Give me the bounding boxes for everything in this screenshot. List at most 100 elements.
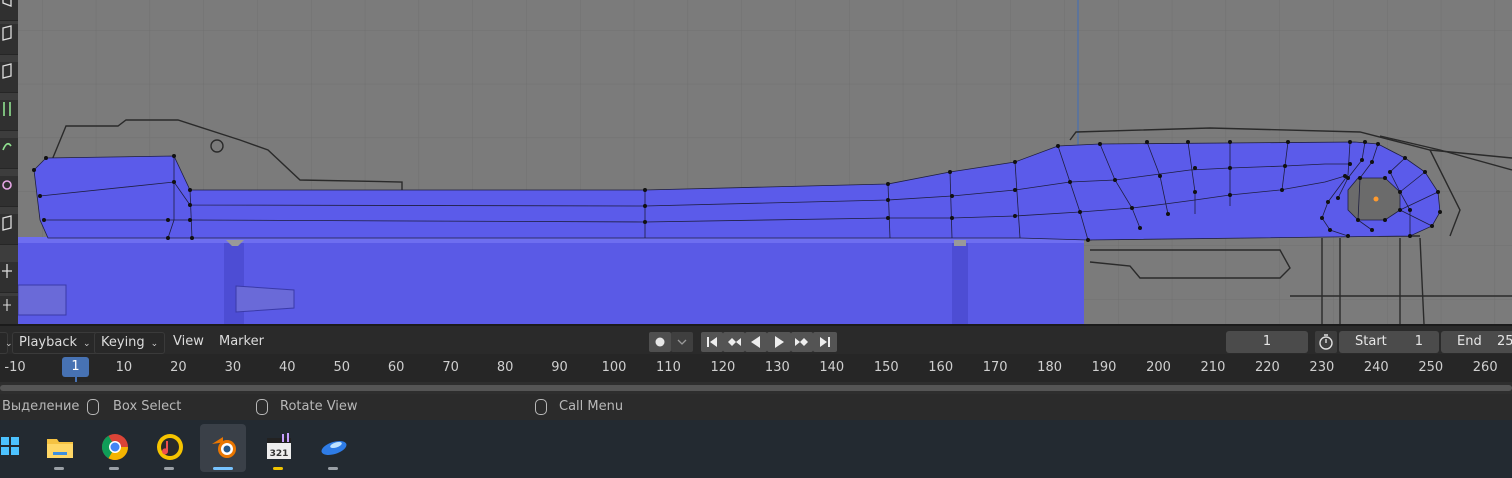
viewport-canvas[interactable] (0, 0, 1512, 324)
ruler-tick: 250 (1418, 360, 1444, 375)
tool-bevel-icon[interactable] (0, 100, 18, 131)
ruler-tick: 100 (601, 360, 627, 375)
jump-end-icon (820, 337, 830, 347)
chrome-icon[interactable] (91, 424, 137, 472)
play-reverse-button[interactable] (745, 332, 767, 352)
ruler-tick: 20 (170, 360, 187, 375)
tool-shelf (0, 0, 18, 324)
ruler-tick: 230 (1309, 360, 1335, 375)
tool-move-icon[interactable] (0, 262, 18, 293)
ruler-tick: 70 (442, 360, 459, 375)
next-keyframe-button[interactable] (791, 332, 813, 352)
prev-keyframe-button[interactable] (723, 332, 745, 352)
windows-start-icon[interactable] (0, 424, 26, 472)
status-rotate-view-label: Rotate View (280, 399, 358, 414)
ruler-tick: 40 (279, 360, 296, 375)
current-frame-field[interactable]: 1 (1226, 331, 1308, 353)
keying-menu[interactable]: Keying ⌄ (94, 332, 166, 354)
timeline-scrollbar[interactable] (0, 382, 1512, 394)
ruler-tick: 90 (551, 360, 568, 375)
start-frame-value: 1 (1414, 334, 1423, 349)
ruler-tick: 240 (1363, 360, 1389, 375)
timeline-header: ⌄ Playback ⌄ Keying ⌄ View Marker 1 Start … (0, 324, 1512, 356)
mouse-right-icon (535, 399, 547, 415)
status-box-select-label: Box Select (113, 399, 182, 414)
ruler-tick: 200 (1146, 360, 1171, 375)
timeline-scrollbar-thumb[interactable] (0, 385, 1512, 391)
3d-viewport[interactable] (0, 0, 1512, 324)
taskbar-indicator (164, 467, 174, 470)
keyframe-type-dropdown[interactable] (671, 332, 693, 352)
tool-inset-icon[interactable] (0, 62, 18, 93)
start-frame-field[interactable]: Start 1 (1339, 331, 1439, 353)
tool-loop-cut-icon[interactable] (0, 138, 18, 169)
taskbar-indicator (273, 467, 283, 470)
ruler-tick: 50 (333, 360, 351, 375)
record-icon (655, 337, 665, 347)
ruler-tick: -10 (4, 360, 26, 375)
prev-keyframe-icon (728, 338, 741, 346)
media-player-icon[interactable]: 321 (255, 424, 301, 472)
ruler-tick: 30 (224, 360, 242, 375)
taskbar-indicator (213, 467, 233, 470)
playback-menu[interactable]: Playback ⌄ (12, 332, 98, 354)
tool-shear-icon[interactable] (0, 214, 18, 245)
ruler-tick: 60 (387, 360, 405, 375)
jump-start-button[interactable] (701, 332, 723, 352)
ruler-tick: 110 (656, 360, 681, 375)
taskbar-indicator (328, 467, 338, 470)
ruler-tick: 220 (1254, 360, 1280, 375)
ruler-tick: 130 (764, 360, 790, 375)
file-explorer-icon[interactable] (36, 424, 82, 472)
view-menu[interactable]: View (167, 332, 210, 352)
app-icon[interactable] (310, 424, 356, 472)
mouse-left-drag-icon (87, 399, 99, 415)
lower-mesh-body (17, 237, 1084, 324)
end-frame-label: End (1457, 334, 1482, 349)
ruler-tick: 10 (115, 360, 133, 375)
end-frame-field[interactable]: End 25 (1441, 331, 1512, 353)
end-frame-value: 25 (1497, 334, 1512, 349)
tool-transform-icon[interactable] (0, 296, 18, 324)
ruler-tick: 150 (873, 360, 899, 375)
taskbar: 321 (0, 420, 1512, 478)
tool-select-icon[interactable] (0, 0, 18, 21)
ruler-tick: 170 (982, 360, 1008, 375)
play-button[interactable] (767, 332, 791, 352)
taskbar-indicator (54, 467, 64, 470)
status-bar: Выделение Box Select Rotate View Call Me… (0, 394, 1512, 420)
chevron-down-icon: ⌄ (150, 339, 159, 349)
next-keyframe-icon (795, 338, 808, 346)
chevron-down-icon: ⌄ (83, 339, 91, 349)
chevron-down-icon (677, 339, 687, 345)
ruler-tick: 120 (710, 360, 736, 375)
jump-start-icon (707, 337, 717, 347)
stopwatch-icon (1319, 334, 1333, 350)
tool-smooth-icon[interactable] (0, 176, 18, 207)
taskbar-indicator (109, 467, 119, 470)
blender-icon[interactable] (200, 424, 246, 472)
ruler-tick: 180 (1037, 360, 1063, 375)
use-preview-range-button[interactable] (1315, 331, 1337, 353)
tool-extrude-icon[interactable] (0, 24, 18, 55)
ruler-tick: 140 (819, 360, 845, 375)
keying-menu-label: Keying (101, 335, 145, 350)
playhead[interactable]: 1 (62, 357, 89, 377)
editor-type-dropdown[interactable]: ⌄ (0, 332, 13, 354)
playback-menu-label: Playback (19, 335, 78, 350)
play-reverse-icon (751, 336, 760, 348)
jump-end-button[interactable] (813, 332, 837, 352)
ruler-tick: 160 (928, 360, 954, 375)
start-frame-label: Start (1355, 334, 1387, 349)
status-select-label: Выделение (2, 399, 80, 414)
marker-menu[interactable]: Marker (213, 332, 270, 352)
play-icon (775, 336, 784, 348)
music-player-icon[interactable] (146, 424, 192, 472)
svg-text:321: 321 (270, 449, 289, 459)
status-call-menu-label: Call Menu (559, 399, 624, 414)
ruler-tick: 190 (1091, 360, 1117, 375)
record-button[interactable] (649, 332, 671, 352)
timeline-ruler[interactable]: -10 10 20 30 40 50 60 70 80 90 100 110 120 130 140 150 1… (0, 354, 1512, 382)
ruler-tick: 80 (496, 360, 514, 375)
ruler-tick: 260 (1472, 360, 1498, 375)
